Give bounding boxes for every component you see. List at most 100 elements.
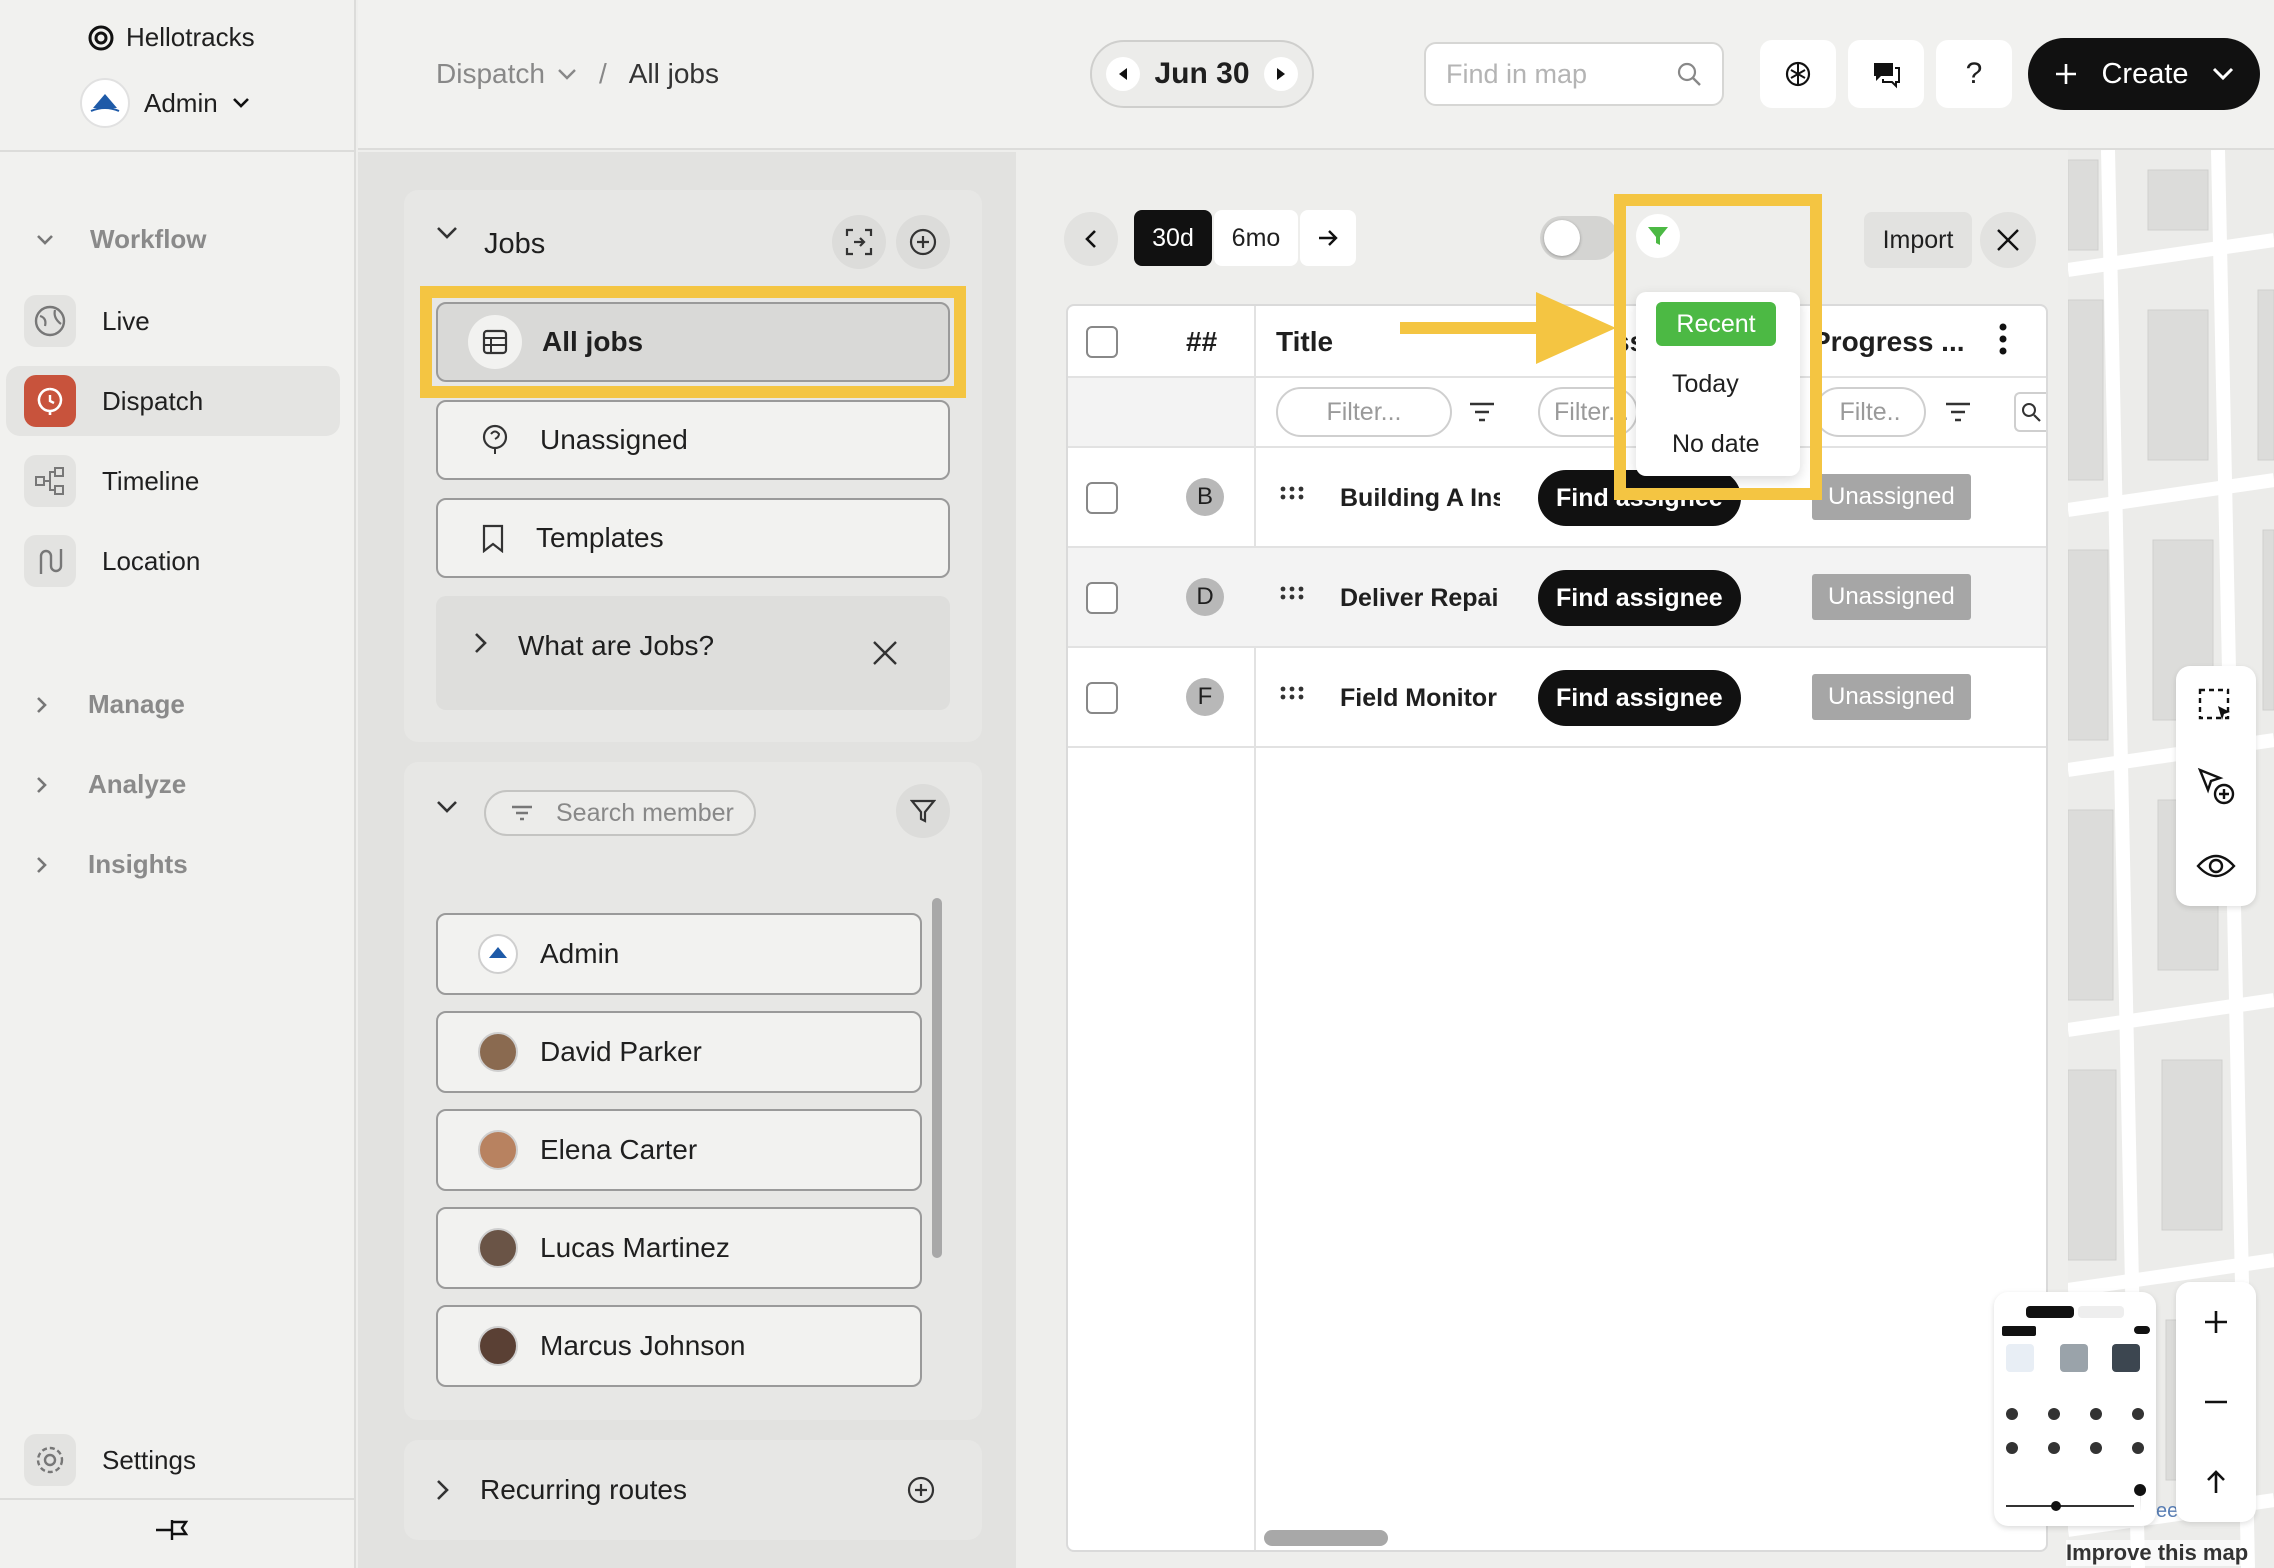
map-tools — [2176, 666, 2256, 906]
what-are-jobs-label[interactable]: What are Jobs? — [518, 630, 714, 662]
map-layers-thumbnail[interactable] — [1994, 1292, 2156, 1526]
toggle-knob — [1544, 220, 1580, 256]
chevron-down-icon[interactable] — [436, 800, 458, 814]
prev-range-button[interactable] — [1064, 212, 1118, 266]
create-button[interactable]: Create — [2028, 38, 2260, 110]
next-day-button[interactable] — [1263, 57, 1298, 91]
view-toggle[interactable] — [1540, 216, 1618, 260]
row-letter-badge: D — [1186, 578, 1224, 616]
recurring-routes-card[interactable]: Recurring routes — [404, 1440, 982, 1540]
nav-section-manage[interactable]: Manage — [36, 689, 185, 720]
member-david-parker[interactable]: David Parker — [436, 1011, 922, 1093]
arrow-up-icon — [2205, 1469, 2227, 1495]
nav-item-label: Live — [102, 305, 150, 336]
row-checkbox[interactable] — [1086, 682, 1118, 714]
nav-item-location[interactable]: Location — [6, 526, 340, 596]
funnel-icon — [910, 798, 936, 824]
all-jobs-button[interactable]: All jobs — [436, 302, 950, 382]
filter-menu-icon[interactable] — [1468, 400, 1496, 424]
current-date[interactable]: Jun 30 — [1154, 57, 1249, 91]
row-checkbox[interactable] — [1086, 582, 1118, 614]
drag-handle-icon[interactable] — [1280, 586, 1304, 600]
zoom-out-button[interactable] — [2176, 1362, 2256, 1442]
drag-handle-icon[interactable] — [1280, 486, 1304, 500]
ai-icon — [1782, 58, 1814, 90]
row-checkbox[interactable] — [1086, 482, 1118, 514]
filter-lines-icon — [510, 804, 534, 822]
pin-sidebar-icon[interactable] — [154, 1516, 190, 1544]
members-scrollbar[interactable] — [932, 898, 942, 1258]
row-title[interactable]: Field Monitor — [1340, 684, 1500, 713]
col-hash-header[interactable]: ## — [1186, 326, 1217, 358]
nav-item-settings[interactable]: Settings — [6, 1425, 340, 1495]
gear-icon — [24, 1434, 76, 1486]
find-assignee-button[interactable]: Find assignee — [1538, 670, 1741, 726]
next-range-button[interactable] — [1300, 210, 1356, 266]
range-6mo-button[interactable]: 6mo — [1214, 210, 1298, 266]
nav-section-workflow[interactable]: Workflow — [36, 224, 207, 255]
org-switcher[interactable]: Admin — [80, 78, 250, 128]
breadcrumb-dispatch[interactable]: Dispatch — [436, 58, 545, 90]
avatar — [478, 1130, 518, 1170]
member-elena-carter[interactable]: Elena Carter — [436, 1109, 922, 1191]
find-assignee-button[interactable]: Find assignee — [1538, 570, 1741, 626]
search-placeholder: Find in map — [1446, 58, 1588, 89]
help-button[interactable]: ? — [1936, 40, 2012, 108]
col-progress-header[interactable]: Progress ... — [1812, 326, 1965, 358]
table-search-button[interactable] — [2014, 392, 2046, 432]
select-area-button[interactable] — [2176, 666, 2256, 746]
row-title[interactable]: Building A Ins — [1340, 484, 1500, 513]
templates-button[interactable]: Templates — [436, 498, 950, 578]
chevron-down-icon — [36, 234, 54, 246]
route-icon — [24, 535, 76, 587]
progress-filter-input[interactable]: Filte.. — [1814, 387, 1926, 437]
table-horizontal-scrollbar[interactable] — [1264, 1530, 1388, 1546]
dashed-select-icon — [2196, 686, 2236, 726]
title-filter-input[interactable]: Filter... — [1276, 387, 1452, 437]
find-in-map-input[interactable]: Find in map — [1424, 42, 1724, 106]
row-title[interactable]: Deliver Repair — [1340, 584, 1500, 613]
nav-section-insights[interactable]: Insights — [36, 849, 188, 880]
close-icon[interactable] — [872, 640, 898, 666]
chat-button[interactable] — [1848, 40, 1924, 108]
visibility-button[interactable] — [2176, 826, 2256, 906]
range-30d-button[interactable]: 30d — [1134, 210, 1212, 266]
zoom-in-button[interactable] — [2176, 1282, 2256, 1362]
nav-item-timeline[interactable]: Timeline — [6, 446, 340, 516]
member-marcus-johnson[interactable]: Marcus Johnson — [436, 1305, 922, 1387]
add-job-view-button[interactable] — [896, 215, 950, 269]
nav-item-label: Timeline — [102, 465, 200, 496]
import-button[interactable]: Import — [1864, 212, 1972, 268]
status-badge: Unassigned — [1812, 674, 1971, 720]
chevron-down-icon[interactable] — [557, 68, 577, 80]
plus-circle-icon — [908, 227, 938, 257]
chevron-down-icon[interactable] — [436, 226, 458, 240]
close-table-button[interactable] — [1980, 212, 2036, 268]
plus-icon — [2054, 62, 2078, 86]
member-admin[interactable]: Admin — [436, 913, 922, 995]
member-name: David Parker — [540, 1036, 702, 1067]
select-all-checkbox[interactable] — [1086, 326, 1118, 358]
more-vert-icon[interactable] — [1998, 322, 2008, 356]
plus-circle-icon[interactable] — [906, 1475, 936, 1505]
improve-map-link[interactable]: Improve this map — [2066, 1540, 2249, 1566]
breadcrumb-separator: / — [598, 58, 607, 89]
chevron-right-icon[interactable] — [474, 632, 488, 654]
col-title-header[interactable]: Title — [1276, 326, 1333, 358]
prev-day-button[interactable] — [1106, 57, 1140, 91]
drag-handle-icon[interactable] — [1280, 686, 1304, 700]
import-jobs-button[interactable] — [832, 215, 886, 269]
add-place-button[interactable] — [2176, 746, 2256, 826]
filter-menu-icon[interactable] — [1944, 400, 1972, 424]
member-lucas-martinez[interactable]: Lucas Martinez — [436, 1207, 922, 1289]
search-member-input[interactable]: Search member — [484, 790, 756, 836]
unassigned-button[interactable]: Unassigned — [436, 400, 950, 480]
nav-item-label: Settings — [102, 1444, 196, 1475]
reset-north-button[interactable] — [2176, 1442, 2256, 1522]
nav-item-dispatch[interactable]: Dispatch — [6, 366, 340, 436]
help-label: ? — [1965, 57, 1983, 90]
nav-section-analyze[interactable]: Analyze — [36, 769, 186, 800]
nav-item-live[interactable]: Live — [6, 286, 340, 356]
ai-assistant-button[interactable] — [1760, 40, 1836, 108]
member-filter-button[interactable] — [896, 784, 950, 838]
